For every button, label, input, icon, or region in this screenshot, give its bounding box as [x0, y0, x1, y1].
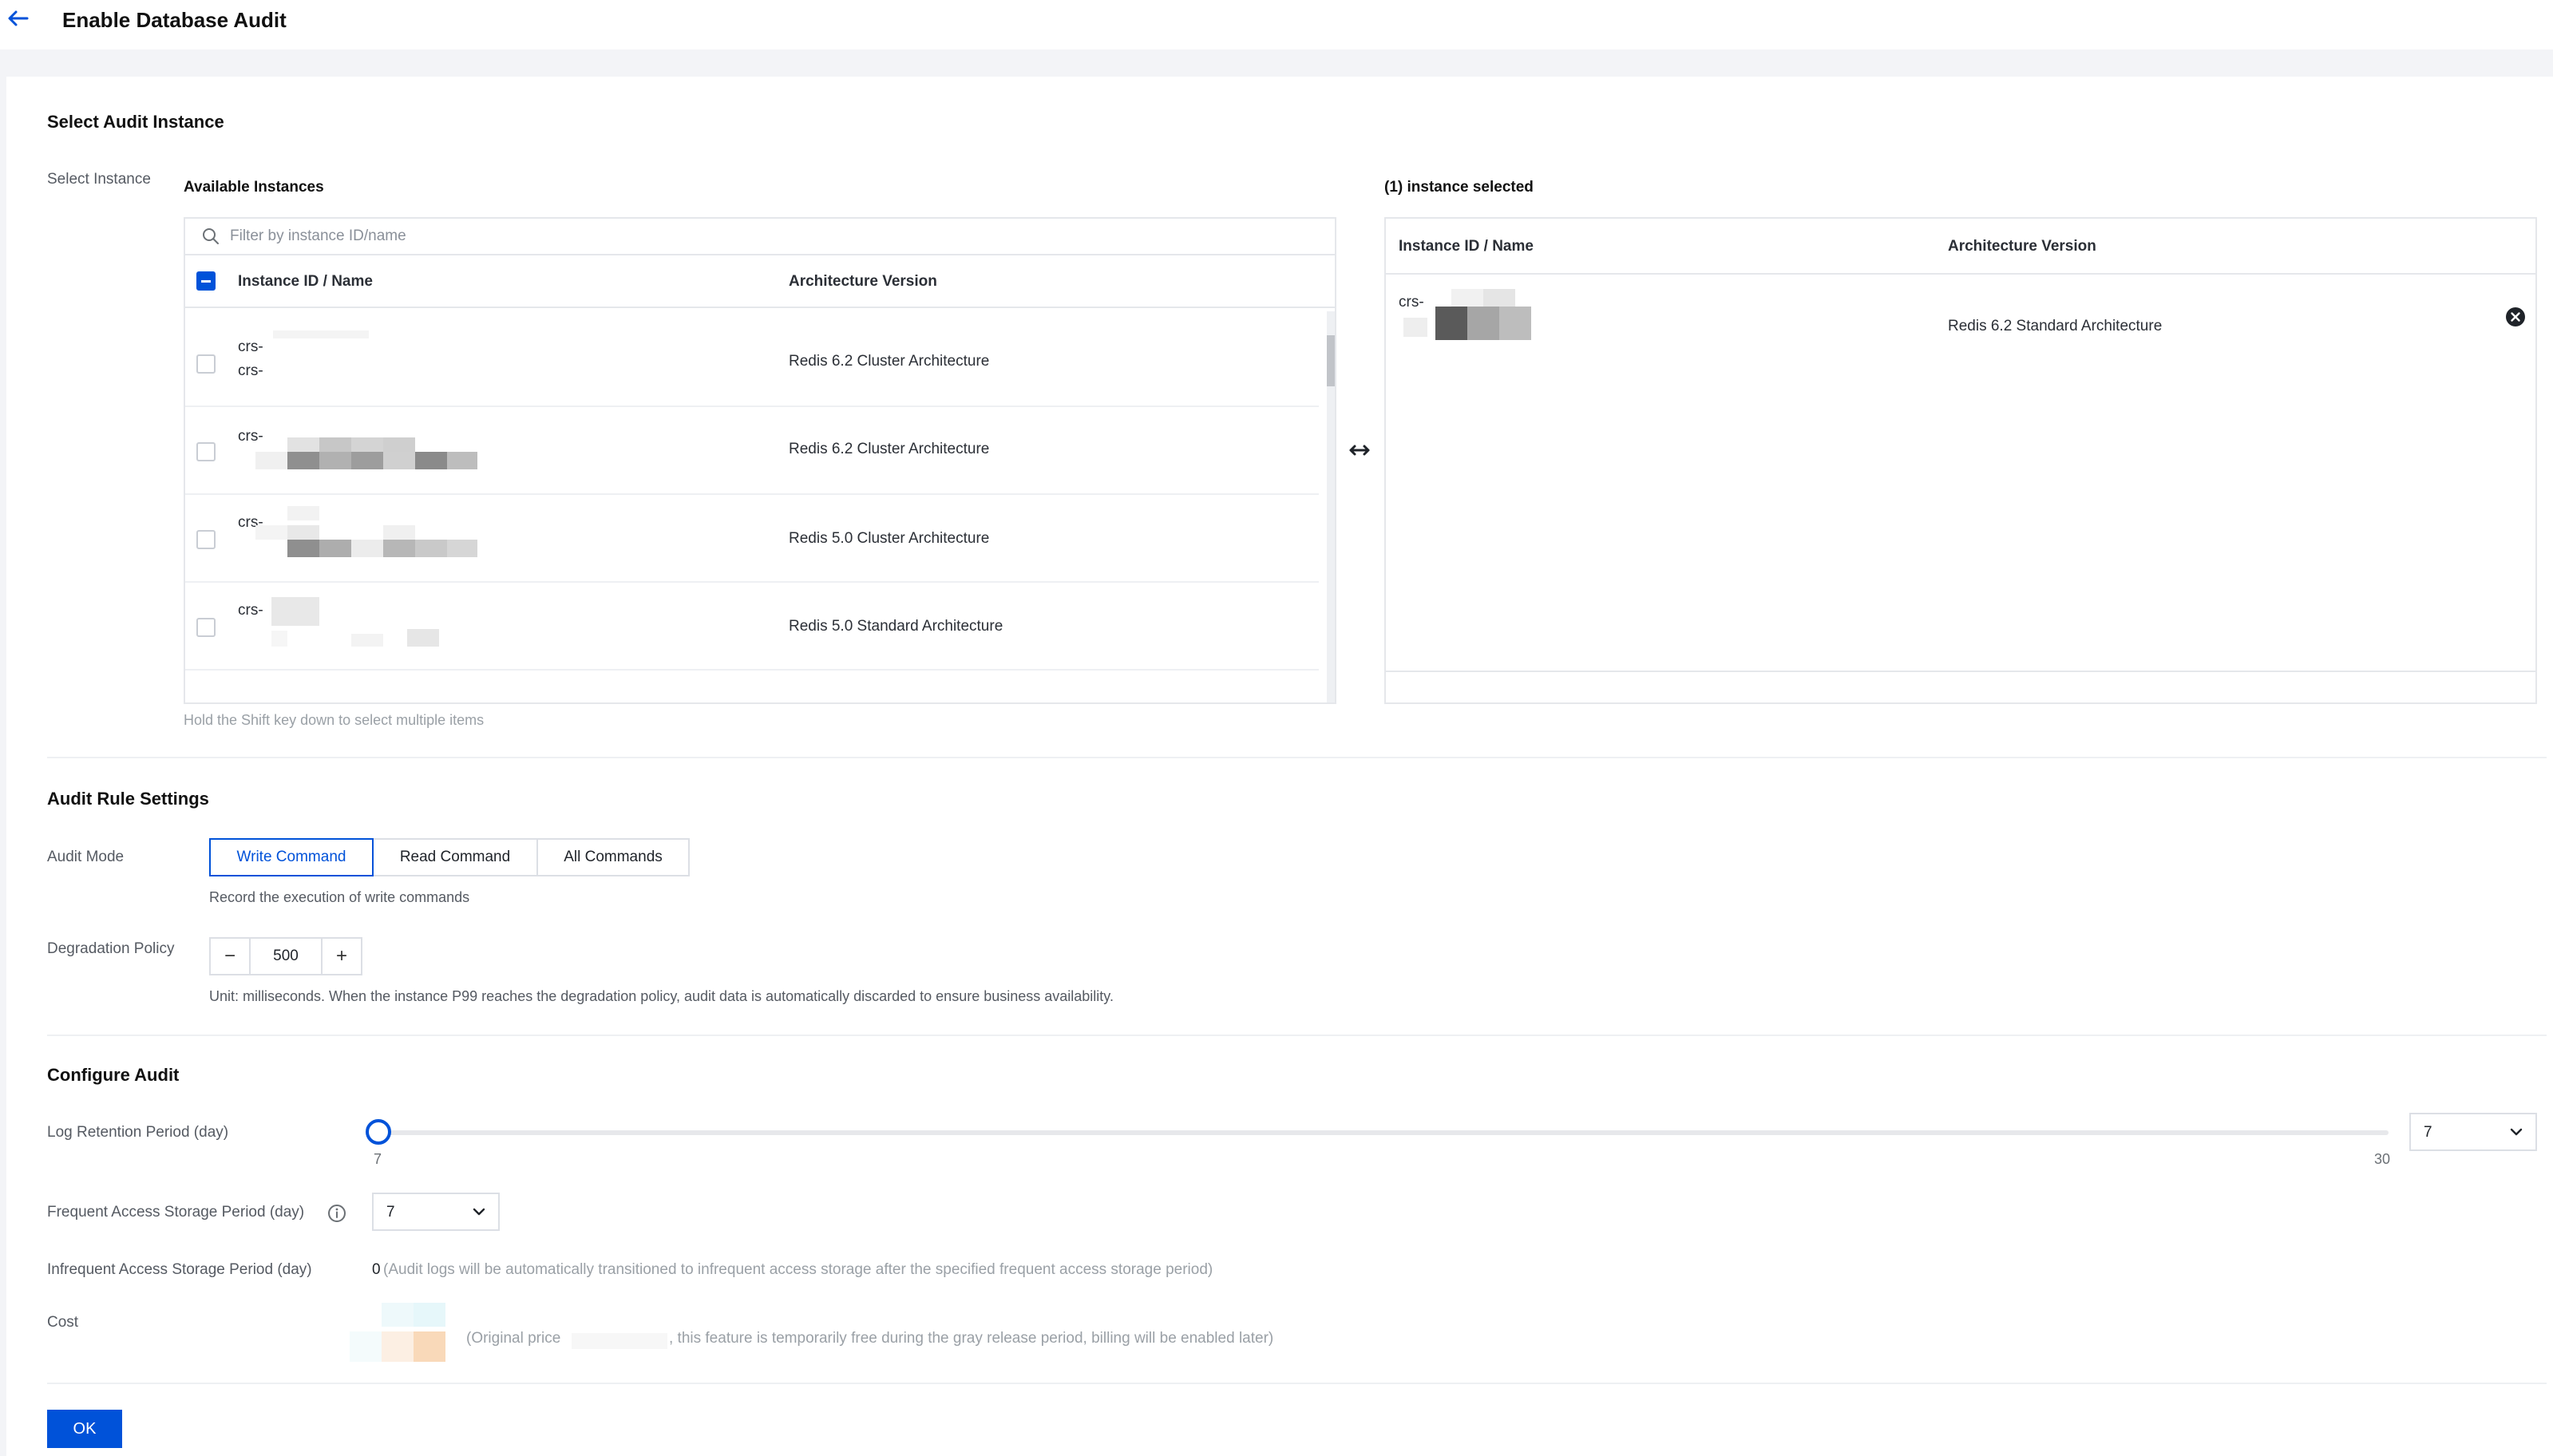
redacted-block [271, 597, 439, 647]
cost-hint-suffix: , this feature is temporarily free durin… [669, 1330, 1274, 1347]
audit-mode-description: Record the execution of write commands [209, 889, 470, 905]
ok-button[interactable]: OK [47, 1410, 122, 1448]
page-header: Enable Database Audit [0, 0, 2553, 49]
redacted-block [255, 437, 477, 469]
instance-id: crs- [238, 338, 263, 355]
cost-label: Cost [47, 1314, 79, 1331]
section-divider [47, 1383, 2547, 1384]
chevron-down-icon [2510, 1128, 2523, 1136]
table-row[interactable]: crs- crs- Redis 6.2 Cluster Architecture [185, 319, 1319, 407]
scrollbar-thumb[interactable] [1327, 335, 1335, 386]
degradation-hint: Unit: milliseconds. When the instance P9… [209, 988, 1114, 1004]
infrequent-storage-value: 0 [372, 1261, 381, 1278]
slider-min-label: 7 [374, 1151, 382, 1167]
degradation-policy-label: Degradation Policy [47, 940, 175, 957]
increment-button[interactable]: + [323, 939, 361, 974]
back-arrow-icon[interactable] [6, 8, 30, 29]
degradation-input[interactable] [249, 939, 323, 974]
mode-read-command[interactable]: Read Command [372, 838, 538, 876]
chevron-down-icon [473, 1208, 485, 1216]
remove-circle-icon[interactable] [2505, 307, 2526, 327]
instance-id: crs- [238, 602, 263, 619]
section-title-audit-rule: Audit Rule Settings [47, 789, 209, 809]
multi-select-hint: Hold the Shift key down to select multip… [184, 712, 485, 728]
audit-mode-label: Audit Mode [47, 849, 125, 865]
column-header-architecture: Architecture Version [789, 273, 937, 290]
table-row[interactable]: crs- Redis 5.0 Standard Architecture [185, 583, 1319, 671]
architecture-version: Redis 6.2 Cluster Architecture [789, 441, 990, 457]
table-row[interactable]: crs- Redis 6.2 Cluster Architecture [185, 407, 1319, 495]
select-instance-label: Select Instance [47, 171, 151, 188]
column-header-instance-id: Instance ID / Name [1399, 238, 1534, 255]
select-all-checkbox[interactable] [196, 271, 216, 291]
redacted-original-price [572, 1333, 667, 1349]
cost-hint-prefix: (Original price [466, 1330, 561, 1347]
log-retention-label: Log Retention Period (day) [47, 1124, 229, 1141]
section-divider [47, 757, 2547, 758]
section-title-select-instance: Select Audit Instance [47, 112, 224, 132]
redacted-block [1403, 289, 1531, 340]
degradation-stepper: − + [209, 937, 362, 975]
architecture-version: Redis 6.2 Cluster Architecture [789, 353, 990, 370]
row-checkbox[interactable] [196, 618, 216, 637]
row-checkbox[interactable] [196, 442, 216, 461]
mode-write-command[interactable]: Write Command [209, 838, 374, 876]
selected-instances-title: (1) instance selected [1384, 179, 1534, 196]
mode-all-commands[interactable]: All Commands [536, 838, 690, 876]
architecture-version: Redis 5.0 Standard Architecture [789, 618, 1003, 635]
retention-slider-track[interactable] [378, 1130, 2389, 1135]
section-title-configure-audit: Configure Audit [47, 1065, 180, 1085]
search-box [185, 219, 1335, 255]
retention-select[interactable]: 7 [2409, 1113, 2537, 1151]
architecture-version: Redis 5.0 Cluster Architecture [789, 530, 990, 547]
slider-max-label: 30 [2374, 1151, 2391, 1167]
frequent-select-value: 7 [386, 1204, 395, 1221]
architecture-version: Redis 6.2 Standard Architecture [1948, 318, 2163, 334]
section-divider [47, 1035, 2547, 1036]
redacted-text [273, 330, 369, 338]
decrement-button[interactable]: − [211, 939, 249, 974]
frequent-storage-label: Frequent Access Storage Period (day) [47, 1204, 305, 1221]
table-row[interactable]: crs- Redis 5.0 Cluster Architecture [185, 495, 1319, 583]
infrequent-storage-label: Infrequent Access Storage Period (day) [47, 1261, 312, 1278]
selected-instances-panel: Instance ID / Name Architecture Version … [1384, 217, 2537, 704]
selected-row: crs- Redis 6.2 Standard Architecture [1386, 275, 2535, 362]
frequent-storage-select[interactable]: 7 [372, 1193, 500, 1231]
column-header-instance-id: Instance ID / Name [238, 273, 373, 290]
row-checkbox[interactable] [196, 530, 216, 549]
infrequent-storage-hint: (Audit logs will be automatically transi… [383, 1261, 1213, 1278]
retention-slider-handle[interactable] [366, 1119, 391, 1145]
page-title: Enable Database Audit [62, 8, 287, 32]
row-checkbox[interactable] [196, 354, 216, 374]
selected-table-header: Instance ID / Name Architecture Version [1386, 219, 2535, 275]
search-icon [203, 228, 219, 244]
redacted-price [350, 1303, 445, 1362]
transfer-arrows-icon [1349, 445, 1370, 456]
panel-footer-divider [1386, 671, 2535, 672]
search-input[interactable] [230, 224, 1316, 249]
available-table-header: Instance ID / Name Architecture Version [185, 255, 1335, 308]
instance-name: crs- [238, 362, 263, 379]
retention-select-value: 7 [2424, 1124, 2432, 1141]
column-header-architecture: Architecture Version [1948, 238, 2096, 255]
info-icon[interactable] [327, 1204, 346, 1223]
available-instances-title: Available Instances [184, 179, 324, 196]
redacted-block [255, 506, 477, 557]
available-instances-panel: Instance ID / Name Architecture Version … [184, 217, 1336, 704]
